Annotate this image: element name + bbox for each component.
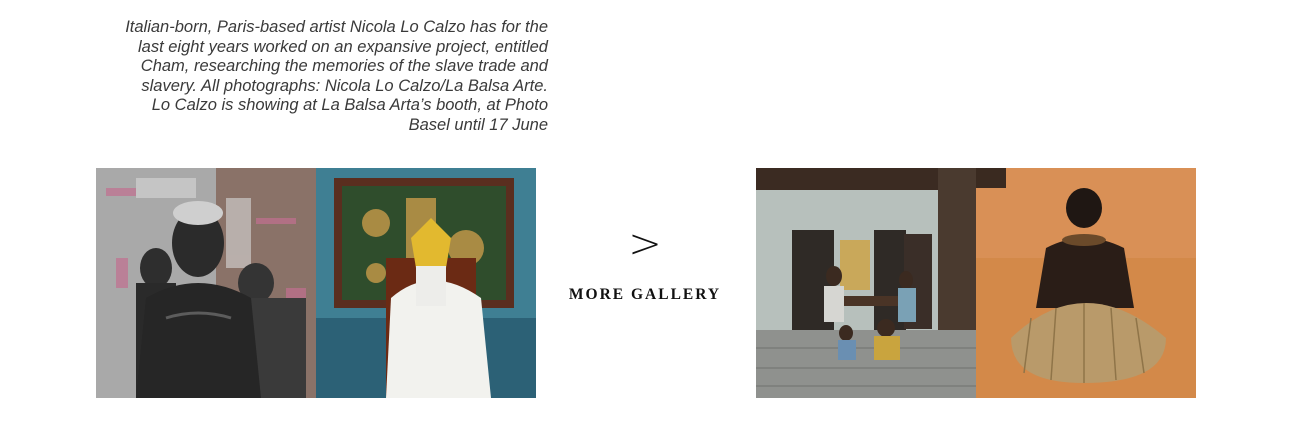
caption-line: last eight years worked on an expansive … (138, 37, 548, 56)
article-caption: Italian-born, Paris-based artist Nicola … (96, 18, 548, 136)
more-gallery-link[interactable]: MORE GALLERY (560, 286, 730, 304)
caption-line: Basel until 17 June (408, 115, 548, 134)
photo-painted-men[interactable] (96, 168, 316, 398)
caption-line: Cham, researching the memories of the sl… (140, 57, 548, 76)
photo-colonial-interior[interactable] (756, 168, 976, 398)
caption-line: Italian-born, Paris-based artist Nicola … (125, 18, 548, 36)
more-gallery[interactable]: > MORE GALLERY (560, 224, 730, 304)
photo-masked-figure-throne[interactable] (316, 168, 536, 398)
caption-line: Lo Calzo is showing at La Balsa Arta’s b… (151, 96, 548, 115)
caption-line: slavery. All photographs: Nicola Lo Calz… (141, 76, 548, 95)
next-arrow-icon[interactable]: > (560, 224, 730, 264)
photo-back-grass-skirt[interactable] (976, 168, 1196, 398)
